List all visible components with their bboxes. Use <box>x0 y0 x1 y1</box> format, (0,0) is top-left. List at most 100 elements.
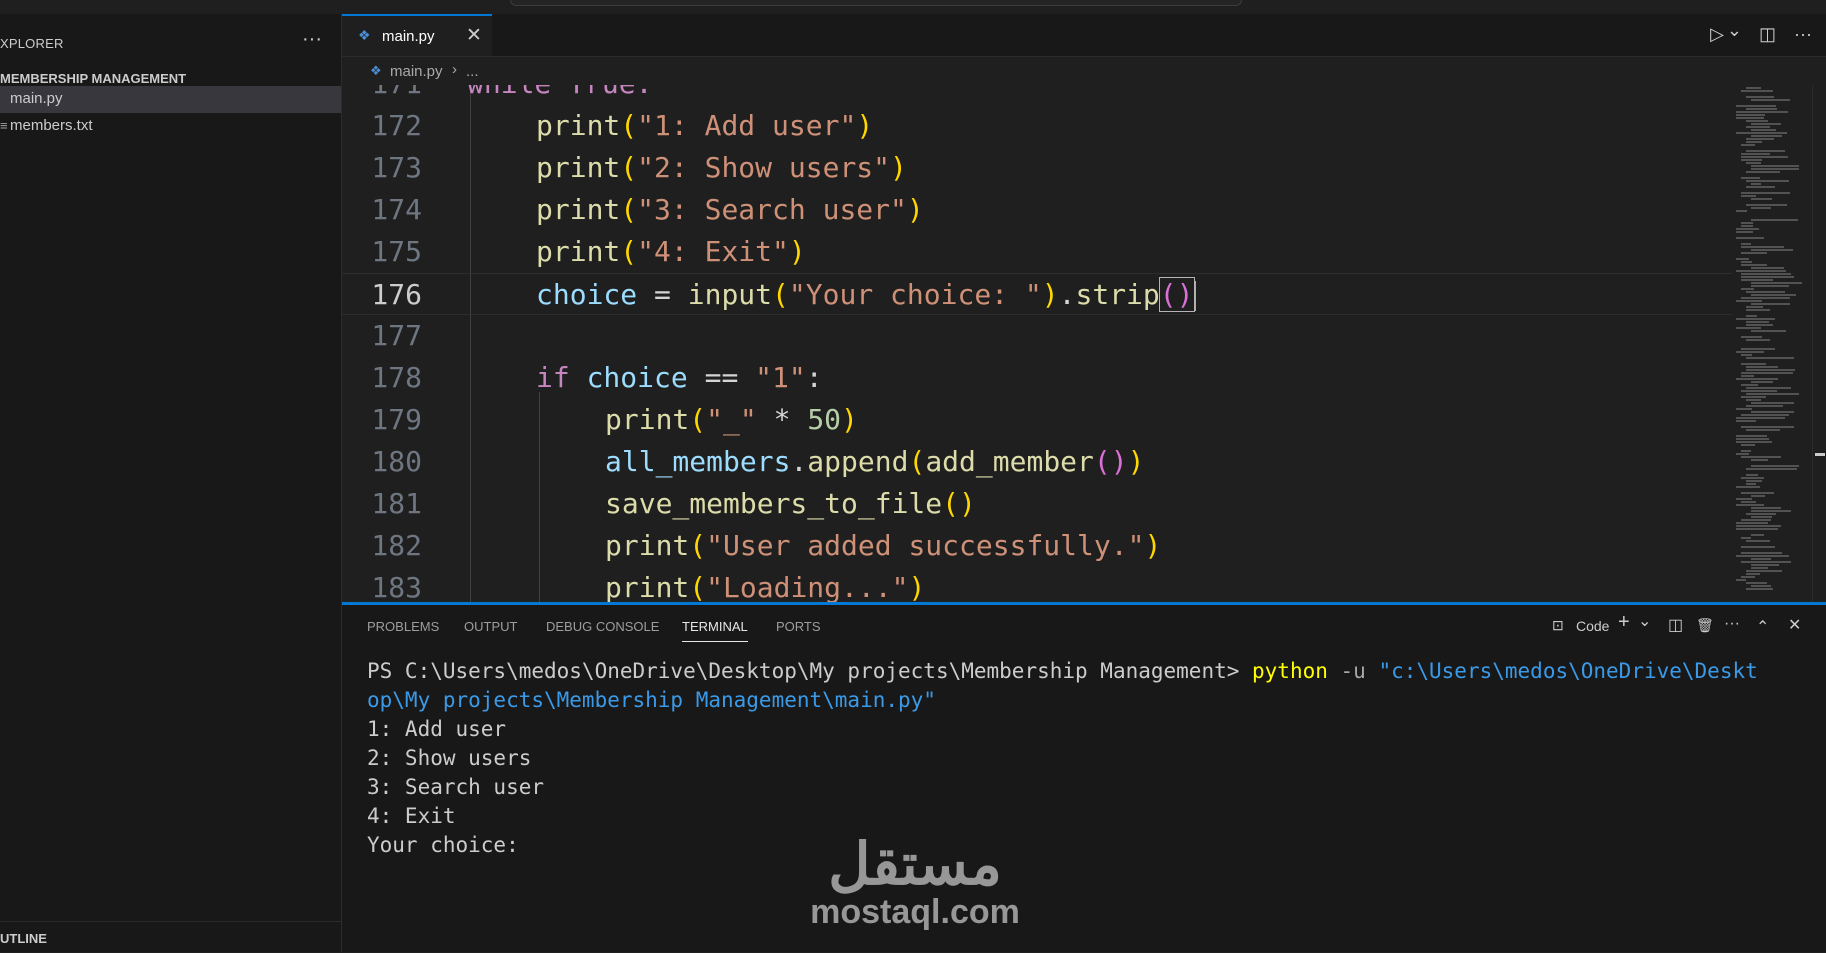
workspace-folder[interactable]: MEMBERSHIP MANAGEMENT <box>0 71 186 86</box>
minimap-line <box>1736 453 1749 455</box>
code-line: 175 print("4: Exit") <box>342 231 1732 273</box>
minimap-line <box>1751 585 1771 587</box>
minimap-line <box>1746 570 1782 572</box>
chevron-down-icon[interactable]: ⌄ <box>1638 611 1651 631</box>
more-actions-icon[interactable]: ··· <box>1794 24 1812 45</box>
minimap-line <box>1741 414 1789 416</box>
minimap-line <box>1751 219 1798 221</box>
minimap-line <box>1736 408 1752 410</box>
watermark-latin: mostaql.com <box>810 893 1020 931</box>
line-number: 181 <box>371 487 422 520</box>
more-actions-icon[interactable]: ··· <box>1724 615 1740 633</box>
minimap-line <box>1741 372 1793 374</box>
file-item-main-py[interactable]: main.py <box>0 86 341 113</box>
minimap-line <box>1751 165 1799 167</box>
tab-ports[interactable]: PORTS <box>776 619 821 634</box>
minimap-line <box>1751 207 1771 209</box>
minimap-line <box>1736 498 1752 500</box>
code-line: 177 <box>342 315 1732 357</box>
terminal-name[interactable]: Code <box>1576 618 1609 634</box>
minimap-line <box>1746 393 1799 395</box>
minimap-line <box>1741 177 1760 179</box>
code-line: 181 save_members_to_file() <box>342 483 1732 525</box>
minimap-line <box>1736 132 1787 134</box>
minimap-line <box>1741 477 1764 479</box>
minimap-line <box>1751 99 1790 101</box>
minimap-line <box>1736 528 1778 530</box>
minimap-line <box>1741 336 1762 338</box>
maximize-panel-icon[interactable]: ⌃ <box>1756 617 1769 637</box>
terminal-command-line: PS C:\Users\medos\OneDrive\Desktop\My pr… <box>367 659 1758 683</box>
split-editor-icon[interactable]: ◫ <box>1759 24 1776 45</box>
minimap-line <box>1746 141 1762 143</box>
minimap[interactable] <box>1732 85 1812 602</box>
minimap-line <box>1741 264 1767 266</box>
minimap-line <box>1746 108 1777 110</box>
outline-section[interactable]: UTLINE <box>0 921 341 953</box>
code-editor[interactable]: 171 while True: 172 print("1: Add user")… <box>342 85 1732 602</box>
command-center[interactable] <box>510 0 1242 6</box>
minimap-line <box>1736 228 1759 230</box>
minimap-line <box>1741 354 1752 356</box>
code-line: 172 print("1: Add user") <box>342 105 1732 147</box>
minimap-line <box>1736 114 1765 116</box>
close-panel-icon[interactable]: ✕ <box>1788 615 1801 635</box>
minimap-line <box>1741 426 1794 428</box>
code-line-current: 176 choice = input("Your choice: ").stri… <box>342 273 1732 315</box>
minimap-line <box>1746 120 1768 122</box>
minimap-line <box>1751 510 1791 512</box>
minimap-line <box>1741 261 1752 263</box>
code-line: 182 print("User added successfully.") <box>342 525 1732 567</box>
minimap-line <box>1736 579 1746 581</box>
minimap-line <box>1736 318 1775 320</box>
terminal-output[interactable]: PS C:\Users\medos\OneDrive\Desktop\My pr… <box>367 657 1807 860</box>
line-code: print("User added successfully.") <box>605 529 1162 562</box>
tab-problems[interactable]: PROBLEMS <box>367 619 439 634</box>
minimap-line <box>1751 168 1799 170</box>
minimap-line <box>1741 297 1790 299</box>
tab-debug-console[interactable]: DEBUG CONSOLE <box>546 619 659 634</box>
close-icon[interactable]: ✕ <box>466 24 482 47</box>
scrollbar-thumb[interactable] <box>1815 453 1825 456</box>
minimap-line <box>1741 279 1773 281</box>
line-number: 172 <box>371 109 422 142</box>
watermark-arabic: مستقل <box>828 832 1002 897</box>
minimap-line <box>1741 222 1753 224</box>
breadcrumb-symbols[interactable]: ... <box>466 63 479 80</box>
minimap-line <box>1741 90 1773 92</box>
run-icon[interactable]: ▷ <box>1710 24 1724 45</box>
bottom-panel: PROBLEMS OUTPUT DEBUG CONSOLE TERMINAL P… <box>342 602 1826 952</box>
file-item-members-txt[interactable]: ≡ members.txt <box>0 113 341 140</box>
editor-scrollbar[interactable] <box>1812 85 1826 602</box>
tab-terminal[interactable]: TERMINAL <box>682 619 748 642</box>
code-line: 173 print("2: Show users") <box>342 147 1732 189</box>
line-code: choice = input("Your choice: ").strip() <box>536 277 1196 312</box>
chevron-down-icon[interactable]: ⌄ <box>1727 20 1742 41</box>
text-cursor <box>1193 281 1196 311</box>
minimap-line <box>1736 237 1764 239</box>
add-terminal-icon[interactable]: + <box>1618 611 1630 634</box>
minimap-line <box>1746 366 1778 368</box>
minimap-line <box>1746 405 1783 407</box>
minimap-line <box>1741 225 1753 227</box>
line-code: print("2: Show users") <box>536 151 907 184</box>
split-terminal-icon[interactable]: ◫ <box>1668 615 1683 635</box>
minimap-line <box>1751 330 1786 332</box>
minimap-line <box>1736 435 1767 437</box>
minimap-line <box>1746 573 1760 575</box>
terminal-icon: ⊡ <box>1552 617 1564 633</box>
title-bar <box>0 0 1826 15</box>
tab-output[interactable]: OUTPUT <box>464 619 517 634</box>
tab-main-py[interactable]: ❖ main.py ✕ <box>342 14 492 56</box>
minimap-line <box>1751 459 1768 461</box>
breadcrumb-file[interactable]: main.py <box>390 63 443 80</box>
minimap-line <box>1746 540 1770 542</box>
code-line: 180 all_members.append(add_member()) <box>342 441 1732 483</box>
minimap-line <box>1736 270 1786 272</box>
minimap-line <box>1746 162 1761 164</box>
trash-icon[interactable]: 🗑 <box>1696 617 1714 634</box>
minimap-line <box>1746 291 1785 293</box>
minimap-line <box>1736 258 1749 260</box>
explorer-more-icon[interactable]: ··· <box>302 28 322 51</box>
minimap-line <box>1741 156 1788 158</box>
